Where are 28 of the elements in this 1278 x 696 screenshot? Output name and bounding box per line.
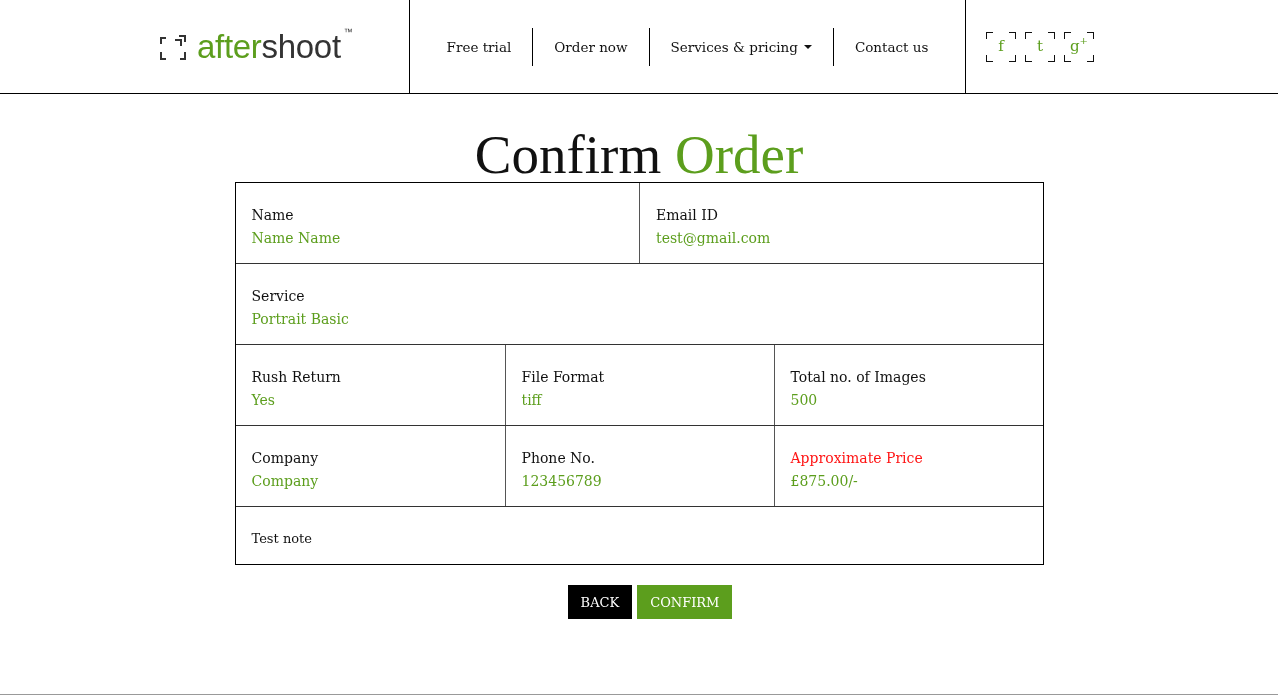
social-link[interactable]: g$^{+}$ — [1064, 31, 1094, 62]
field-value: test@gmail.com — [656, 229, 771, 248]
field-value: Yes — [251, 391, 275, 410]
field-label: Email ID — [656, 206, 718, 225]
order-note: Test note — [251, 531, 312, 546]
field-value: tiff — [521, 391, 542, 410]
field-value: 500 — [790, 391, 818, 410]
field-label: Phone No. — [521, 449, 595, 468]
field-value: Portrait Basic — [251, 310, 349, 329]
nav-link[interactable]: Order now — [533, 38, 649, 55]
field-value: Name Name — [251, 229, 341, 248]
back-button[interactable]: BACK — [567, 585, 633, 619]
field-label: Rush Return — [251, 368, 341, 387]
field-value: £875.00/- — [790, 472, 858, 491]
field-label: Company — [251, 449, 319, 468]
viewfinder-icon — [160, 34, 186, 61]
nav-link[interactable]: Contact us — [833, 38, 950, 55]
field-value: Company — [251, 472, 319, 491]
field-label: Name — [251, 206, 294, 225]
field-label: Approximate Price — [790, 449, 923, 468]
page-title: Confirm Order — [474, 127, 804, 182]
logo-wordmark: aftershoot™ — [197, 30, 353, 63]
field-label: File Format — [521, 368, 605, 387]
nav-link[interactable]: Free trial — [425, 38, 533, 55]
field-value: 123456789 — [521, 472, 602, 491]
field-label: Service — [251, 287, 305, 306]
nav-link[interactable]: Services & pricing — [649, 38, 833, 55]
field-label: Total no. of Images — [790, 368, 926, 387]
